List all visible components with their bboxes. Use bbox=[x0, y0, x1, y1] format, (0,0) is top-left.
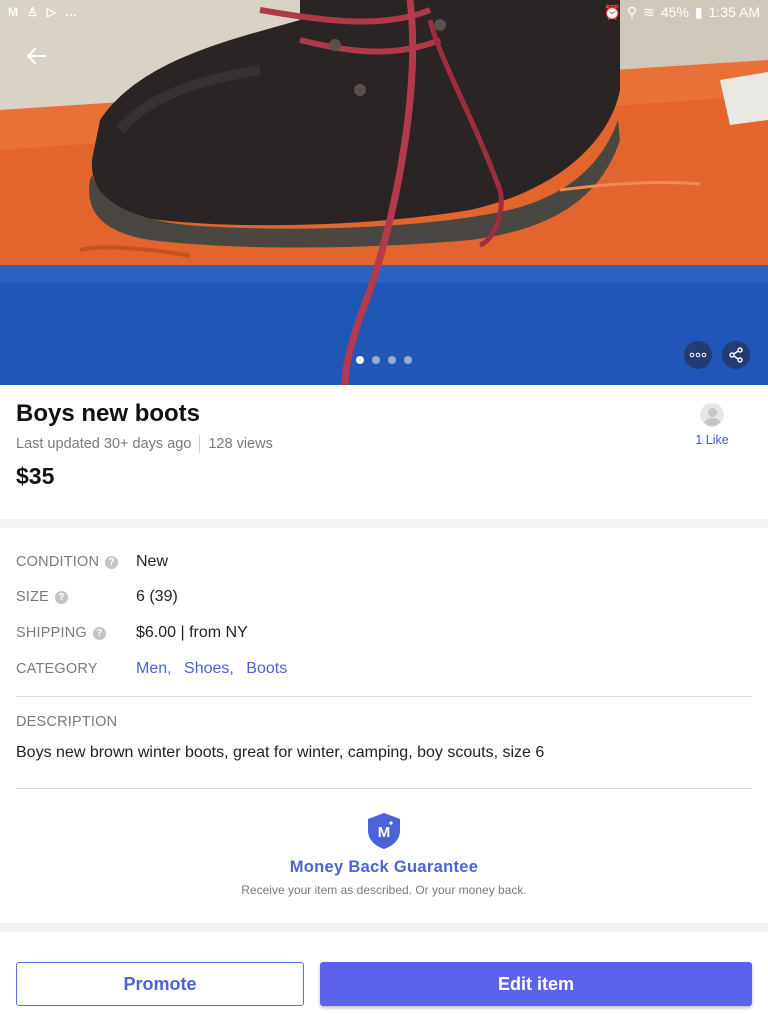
condition-label-text: CONDITION bbox=[16, 554, 100, 570]
category-links: Men, Shoes, Boots bbox=[136, 660, 295, 678]
shipping-value: $6.00 | from NY bbox=[136, 624, 248, 641]
description-text: Boys new brown winter boots, great for w… bbox=[16, 744, 545, 761]
gallery-dot[interactable] bbox=[388, 356, 396, 364]
gmail-icon: M bbox=[8, 5, 18, 19]
more-options-button[interactable] bbox=[684, 341, 712, 369]
view-count: 128 views bbox=[208, 436, 273, 452]
size-value: 6 (39) bbox=[136, 588, 178, 605]
listing-price: $35 bbox=[16, 463, 55, 489]
product-image-gallery[interactable]: M ♙ ▷ … ⏰ ⚲ ≋ 45% ▮ 1:35 AM bbox=[0, 0, 768, 385]
shipping-label: SHIPPING ? bbox=[16, 625, 136, 641]
gallery-pagination bbox=[356, 356, 412, 364]
help-icon[interactable]: ? bbox=[55, 590, 69, 604]
guarantee-title[interactable]: Money Back Guarantee bbox=[0, 858, 768, 877]
category-link-boots[interactable]: Boots bbox=[246, 660, 287, 677]
condition-row: CONDITION ? New bbox=[16, 553, 168, 571]
shield-icon: M bbox=[368, 813, 400, 849]
play-icon: ▷ bbox=[46, 5, 56, 19]
like-button[interactable]: 1 Like bbox=[690, 403, 734, 447]
product-photo bbox=[0, 0, 768, 385]
share-button[interactable] bbox=[722, 341, 750, 369]
gallery-dot[interactable] bbox=[356, 356, 364, 364]
divider bbox=[16, 696, 752, 697]
section-separator bbox=[0, 519, 768, 528]
like-count: 1 Like bbox=[695, 433, 729, 447]
back-button[interactable] bbox=[22, 42, 50, 70]
battery-icon: ▮ bbox=[694, 3, 703, 20]
shipping-label-text: SHIPPING bbox=[16, 625, 87, 641]
system-icons: ⏰ ⚲ ≋ 45% ▮ 1:35 AM bbox=[603, 4, 760, 21]
section-separator bbox=[0, 923, 768, 932]
liker-avatar-icon bbox=[700, 403, 724, 427]
size-label: SIZE ? bbox=[16, 589, 136, 605]
description-label: DESCRIPTION bbox=[16, 714, 118, 730]
category-link-men[interactable]: Men, bbox=[136, 660, 172, 677]
listing-title: Boys new boots bbox=[16, 400, 201, 427]
listing-meta: Last updated 30+ days ago 128 views bbox=[16, 435, 273, 453]
gallery-dot[interactable] bbox=[404, 356, 412, 364]
clock: 1:35 AM bbox=[708, 4, 760, 20]
size-row: SIZE ? 6 (39) bbox=[16, 588, 178, 606]
person-icon: ♙ bbox=[27, 5, 38, 19]
category-link-shoes[interactable]: Shoes, bbox=[184, 660, 234, 677]
help-icon[interactable]: ? bbox=[105, 555, 119, 569]
ellipsis-icon bbox=[689, 352, 707, 358]
category-label: CATEGORY bbox=[16, 661, 98, 677]
notification-icons: M ♙ ▷ … bbox=[8, 5, 77, 19]
status-bar: M ♙ ▷ … ⏰ ⚲ ≋ 45% ▮ 1:35 AM bbox=[0, 0, 768, 24]
battery-percent: 45% bbox=[660, 4, 689, 20]
promote-button[interactable]: Promote bbox=[16, 962, 304, 1006]
meta-divider bbox=[199, 435, 201, 453]
guarantee-subtitle: Receive your item as described. Or your … bbox=[241, 883, 527, 897]
last-updated: Last updated 30+ days ago bbox=[16, 436, 192, 452]
help-icon[interactable]: ? bbox=[92, 626, 106, 640]
more-notifications-icon: … bbox=[65, 5, 77, 19]
shipping-row: SHIPPING ? $6.00 | from NY bbox=[16, 624, 248, 642]
divider bbox=[16, 788, 752, 789]
edit-item-button[interactable]: Edit item bbox=[320, 962, 752, 1006]
share-icon bbox=[729, 347, 743, 363]
shield-letter: M bbox=[378, 824, 391, 841]
condition-value: New bbox=[136, 553, 169, 570]
location-icon: ⚲ bbox=[626, 3, 638, 20]
category-row: CATEGORY Men, Shoes, Boots bbox=[16, 660, 295, 678]
size-label-text: SIZE bbox=[16, 589, 50, 605]
back-arrow-icon bbox=[27, 48, 46, 64]
condition-label: CONDITION ? bbox=[16, 554, 136, 570]
wifi-icon: ≋ bbox=[643, 3, 655, 20]
gallery-dot[interactable] bbox=[372, 356, 380, 364]
alarm-icon: ⏰ bbox=[603, 3, 621, 20]
